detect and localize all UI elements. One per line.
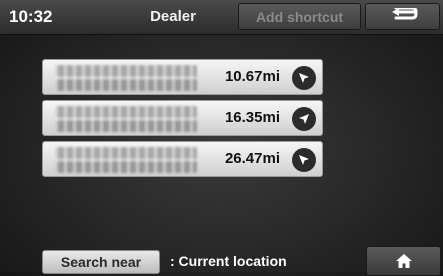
distance: 26.47mi: [224, 150, 280, 167]
list-item[interactable]: 16.35mi: [42, 100, 323, 136]
list-item[interactable]: 10.67mi: [42, 59, 323, 95]
top-bar: 10:32 Dealer Add shortcut: [0, 0, 443, 35]
distance: 16.35mi: [224, 109, 280, 126]
blurred-dealer-name: [55, 106, 197, 132]
back-arrow-icon: [391, 7, 417, 19]
direction-arrow-icon: [292, 107, 316, 131]
direction-arrow-icon: [292, 66, 316, 90]
dealer-list: 10.67mi 16.35mi 26.47mi: [42, 59, 323, 182]
distance: 10.67mi: [224, 68, 280, 85]
search-near-button[interactable]: Search near: [42, 250, 160, 274]
blurred-dealer-name: [55, 147, 197, 173]
blurred-dealer-name: [55, 65, 197, 91]
page-title: Dealer: [150, 8, 196, 25]
clock: 10:32: [9, 6, 53, 26]
back-button[interactable]: [365, 3, 440, 30]
add-shortcut-button[interactable]: Add shortcut: [238, 3, 361, 30]
search-location-text: : Current location: [170, 253, 287, 269]
list-item[interactable]: 26.47mi: [42, 141, 323, 177]
home-icon: [395, 254, 412, 268]
direction-arrow-icon: [292, 148, 316, 172]
